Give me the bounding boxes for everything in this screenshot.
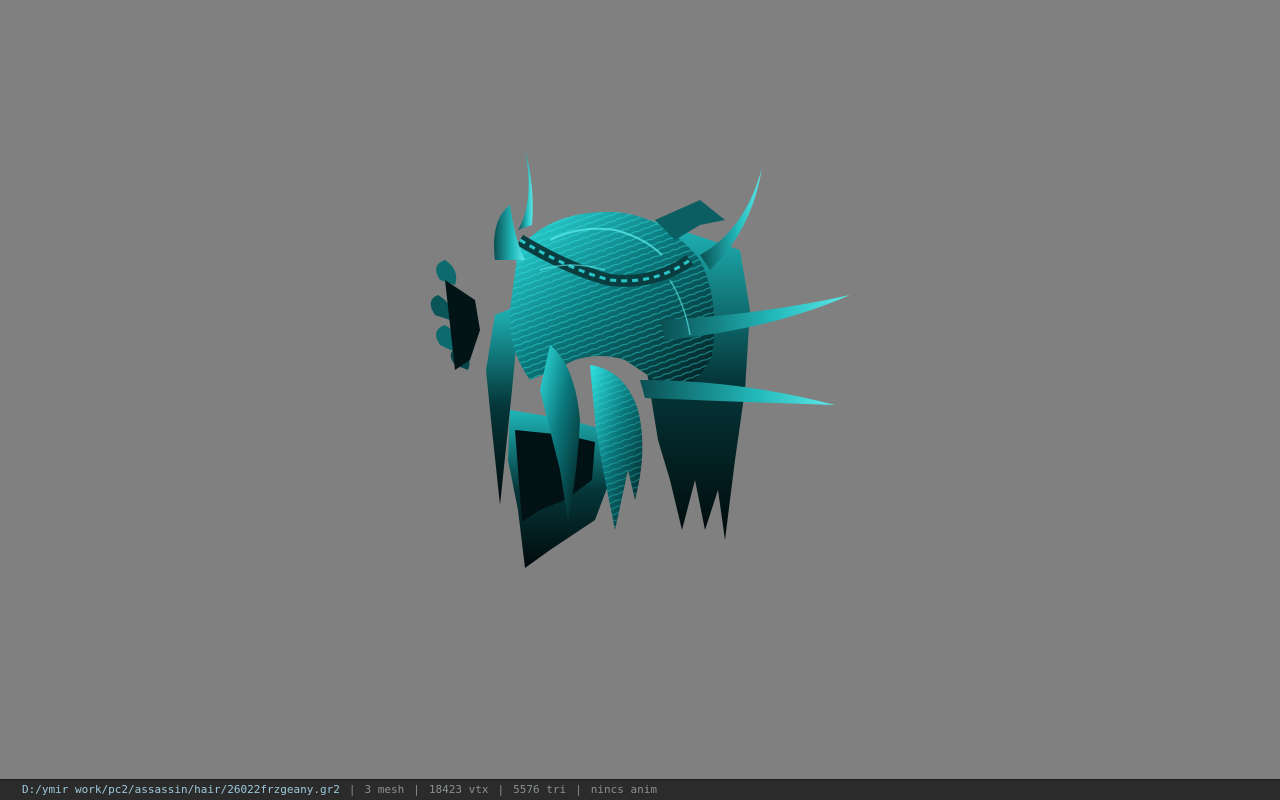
status-separator: |: [497, 783, 505, 796]
status-separator: |: [348, 783, 356, 796]
horn-top-left: [494, 205, 525, 260]
horn-top-center: [518, 150, 533, 230]
file-path-label: D:/ymir work/pc2/assassin/hair/26022frzg…: [22, 783, 340, 796]
hair-model-render[interactable]: [400, 130, 880, 590]
animation-status-label: nincs anim: [590, 783, 657, 796]
status-separator: |: [413, 783, 420, 796]
mesh-count-label: 3 mesh: [364, 783, 405, 796]
status-bar: D:/ymir work/pc2/assassin/hair/26022frzg…: [0, 779, 1280, 800]
vertex-count-label: 18423 vtx: [428, 783, 489, 796]
status-separator: |: [575, 783, 582, 796]
3d-viewport[interactable]: [0, 0, 1280, 779]
triangle-count-label: 5576 tri: [513, 783, 567, 796]
claw-cluster-left: [430, 260, 480, 370]
